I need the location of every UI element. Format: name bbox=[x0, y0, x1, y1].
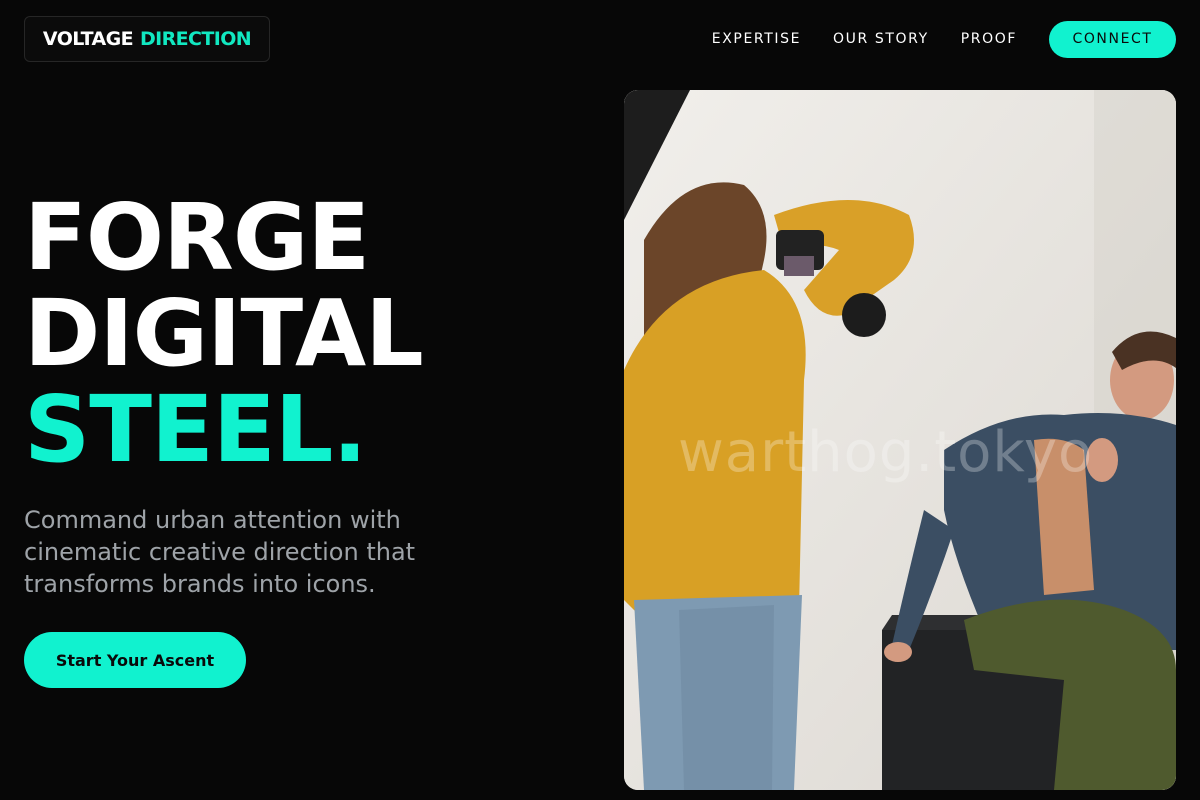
nav-link-proof[interactable]: PROOF bbox=[961, 31, 1017, 47]
hero-headline: FORGE DIGITAL STEEL. bbox=[24, 184, 424, 483]
headline-line-1: FORGE bbox=[24, 184, 370, 291]
nav-link-our-story[interactable]: OUR STORY bbox=[833, 31, 929, 47]
nav-link-expertise[interactable]: EXPERTISE bbox=[712, 31, 801, 47]
brand-logo[interactable]: VOLTAGE DIRECTION bbox=[24, 16, 270, 62]
brand-name-primary: VOLTAGE bbox=[42, 28, 134, 50]
headline-line-2: DIGITAL bbox=[24, 280, 424, 387]
start-ascent-button[interactable]: Start Your Ascent bbox=[24, 632, 246, 688]
landing-page: VOLTAGE DIRECTION EXPERTISE OUR STORY PR… bbox=[0, 0, 1200, 800]
subtext-line-1: Command urban attention with bbox=[24, 506, 401, 534]
main-nav: EXPERTISE OUR STORY PROOF CONNECT bbox=[712, 20, 1176, 58]
hero-photo: warthog.tokyo bbox=[624, 90, 1176, 790]
headline-accent-line: STEEL. bbox=[24, 376, 367, 483]
brand-name-accent: DIRECTION bbox=[139, 28, 252, 50]
hero-subtext: Command urban attention with cinematic c… bbox=[24, 504, 444, 600]
image-watermark: warthog.tokyo bbox=[678, 420, 1094, 485]
subtext-line-3: transforms brands into icons. bbox=[24, 570, 376, 598]
subtext-line-2: cinematic creative direction that bbox=[24, 538, 416, 566]
connect-button[interactable]: CONNECT bbox=[1049, 20, 1176, 58]
